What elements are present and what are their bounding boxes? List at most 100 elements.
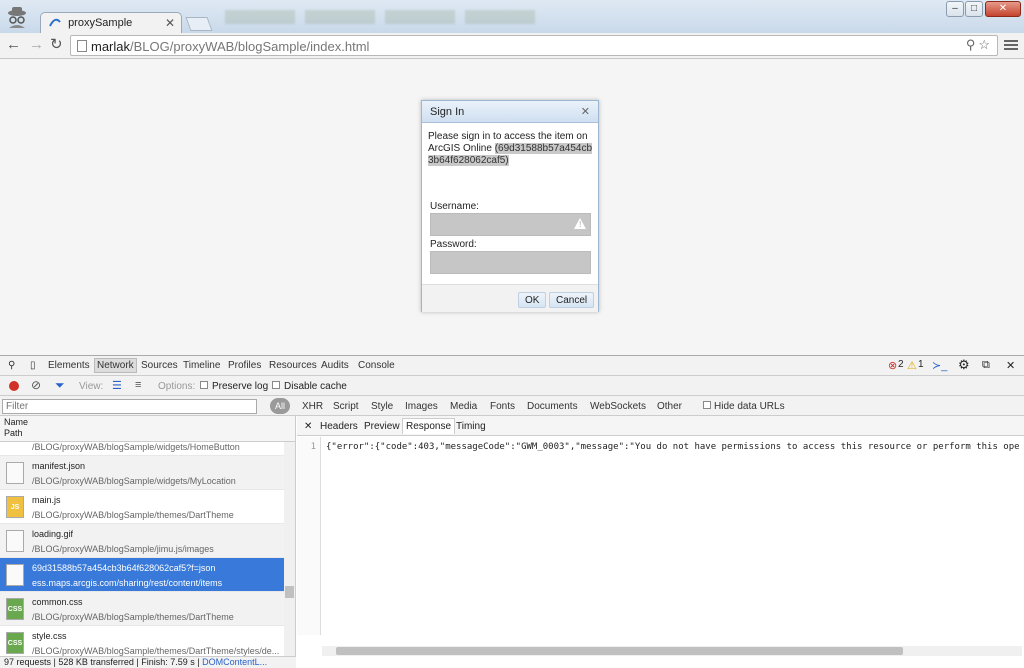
col-path[interactable]: Path (4, 428, 291, 439)
request-details: ✕ Headers Preview Response Timing 1 {"er… (297, 416, 1024, 656)
filter-funnel-icon[interactable]: ⏷ (55, 378, 65, 393)
response-hscrollbar[interactable] (322, 646, 1022, 656)
css-file-icon: CSS (6, 632, 24, 654)
request-row[interactable]: CSS common.css /BLOG/proxyWAB/blogSample… (0, 592, 284, 626)
new-tab-button[interactable] (185, 17, 213, 31)
tab-timing[interactable]: Timing (456, 421, 486, 432)
request-name: main.js (32, 495, 61, 505)
hide-data-urls-checkbox[interactable] (703, 401, 711, 409)
request-row[interactable]: /BLOG/proxyWAB/blogSample/widgets/HomeBu… (0, 440, 284, 456)
filter-documents[interactable]: Documents (527, 401, 578, 412)
filter-websockets[interactable]: WebSockets (590, 401, 646, 412)
overview-icon[interactable]: ≡ (135, 379, 141, 391)
tab-console[interactable]: Console (358, 360, 395, 371)
zoom-icon[interactable]: ⚲ (966, 37, 979, 52)
request-path: /BLOG/proxyWAB/blogSample/themes/DartThe… (32, 612, 234, 622)
large-rows-icon[interactable]: ☰ (112, 379, 122, 392)
status-transferred: 528 KB transferred (58, 657, 134, 667)
requests-scrollbar[interactable] (284, 442, 295, 656)
disable-cache-checkbox[interactable] (272, 381, 280, 389)
inspect-icon[interactable]: ⚲ (8, 360, 15, 371)
tab-sources[interactable]: Sources (141, 360, 178, 371)
tab-response[interactable]: Response (402, 418, 456, 434)
filter-other[interactable]: Other (657, 401, 682, 412)
options-label: Options: (158, 381, 196, 392)
filter-input[interactable] (2, 399, 257, 414)
address-bar[interactable]: marlak/BLOG/proxyWAB/blogSample/index.ht… (70, 35, 998, 56)
maximize-button[interactable]: □ (965, 1, 983, 17)
request-row[interactable]: JS main.js /BLOG/proxyWAB/blogSample/the… (0, 490, 284, 524)
line-number: 1 (297, 437, 321, 635)
minimize-button[interactable]: – (946, 1, 964, 17)
tab-timeline[interactable]: Timeline (183, 360, 220, 371)
filter-xhr[interactable]: XHR (302, 401, 323, 412)
error-count: 2 (898, 359, 904, 370)
warning-icon: ! (574, 218, 586, 229)
network-status-bar: 97 requests | 528 KB transferred | Finis… (0, 656, 296, 668)
disable-cache-label: Disable cache (284, 381, 347, 392)
ok-button[interactable]: OK (518, 292, 547, 308)
forward-button[interactable]: → (29, 37, 44, 53)
filter-images[interactable]: Images (405, 401, 438, 412)
device-mode-icon[interactable]: ▯ (30, 360, 36, 371)
tab-network[interactable]: Network (94, 358, 137, 373)
password-label: Password: (430, 239, 477, 250)
tab-profiles[interactable]: Profiles (228, 360, 261, 371)
filter-script[interactable]: Script (333, 401, 359, 412)
tab-preview[interactable]: Preview (364, 421, 400, 432)
status-requests: 97 requests (4, 657, 52, 667)
filter-media[interactable]: Media (450, 401, 477, 412)
details-close-icon[interactable]: ✕ (304, 421, 312, 432)
status-finish: Finish: 7.59 s (141, 657, 195, 667)
details-tabbar: ✕ Headers Preview Response Timing (297, 416, 1024, 436)
record-button[interactable] (9, 381, 19, 391)
error-icon[interactable]: ⊗ (888, 359, 897, 372)
back-button[interactable]: ← (6, 37, 21, 53)
tab-proxysample[interactable]: proxySample ✕ (40, 12, 182, 34)
cancel-button[interactable]: Cancel (549, 292, 595, 308)
dock-icon[interactable]: ⧉ (982, 359, 990, 372)
url-host: marlak (91, 39, 131, 54)
warning-count: 1 (918, 359, 924, 370)
filter-all-button[interactable]: All (270, 398, 290, 414)
tab-title: proxySample (68, 17, 133, 29)
tab-close-icon[interactable]: ✕ (165, 16, 175, 30)
image-file-icon (6, 530, 24, 552)
username-field[interactable]: ! (430, 213, 591, 236)
warning-triangle-icon[interactable]: ⚠ (907, 359, 917, 372)
view-label: View: (79, 381, 104, 392)
settings-gear-icon[interactable]: ⚙ (958, 357, 970, 373)
request-name: style.css (32, 631, 67, 641)
tab-headers[interactable]: Headers (320, 421, 358, 432)
request-row-selected[interactable]: 69d31588b57a454cb3b64f628062caf5?f=json … (0, 558, 284, 592)
sign-in-dialog: Sign In ✕ Please sign in to access the i… (421, 100, 599, 312)
request-row[interactable]: CSS style.css /BLOG/proxyWAB/blogSample/… (0, 626, 284, 660)
dialog-message: Please sign in to access the item on Arc… (428, 131, 594, 167)
clear-icon[interactable]: ⊘ (31, 378, 41, 392)
request-row[interactable]: loading.gif /BLOG/proxyWAB/blogSample/ji… (0, 524, 284, 558)
preserve-log-checkbox[interactable] (200, 381, 208, 389)
response-viewer[interactable]: 1 {"error":{"code":403,"messageCode":"GW… (297, 437, 1024, 635)
tab-elements[interactable]: Elements (48, 360, 90, 371)
request-name: common.css (32, 597, 83, 607)
background-tabs (225, 10, 545, 24)
col-name[interactable]: Name (4, 417, 291, 428)
request-path: /BLOG/proxyWAB/blogSample/widgets/HomeBu… (32, 442, 240, 452)
console-drawer-icon[interactable]: ≻_ (932, 359, 947, 372)
filter-fonts[interactable]: Fonts (490, 401, 515, 412)
request-path: /BLOG/proxyWAB/blogSample/themes/DartThe… (32, 510, 234, 520)
chrome-menu-icon[interactable] (1004, 40, 1018, 52)
request-row[interactable]: manifest.json /BLOG/proxyWAB/blogSample/… (0, 456, 284, 490)
devtools-close-icon[interactable]: ✕ (1006, 359, 1015, 372)
dialog-header: Sign In (422, 101, 598, 123)
response-text: {"error":{"code":403,"messageCode":"GWM_… (326, 442, 1020, 452)
tab-audits[interactable]: Audits (321, 360, 349, 371)
password-field[interactable] (430, 251, 591, 274)
reload-button[interactable]: ↻ (50, 37, 63, 53)
bookmark-star-icon[interactable]: ☆ (978, 37, 993, 52)
tab-resources[interactable]: Resources (269, 360, 317, 371)
filter-style[interactable]: Style (371, 401, 393, 412)
request-name: manifest.json (32, 461, 86, 471)
dialog-close-icon[interactable]: ✕ (581, 105, 590, 118)
window-close-button[interactable]: ✕ (985, 1, 1021, 17)
